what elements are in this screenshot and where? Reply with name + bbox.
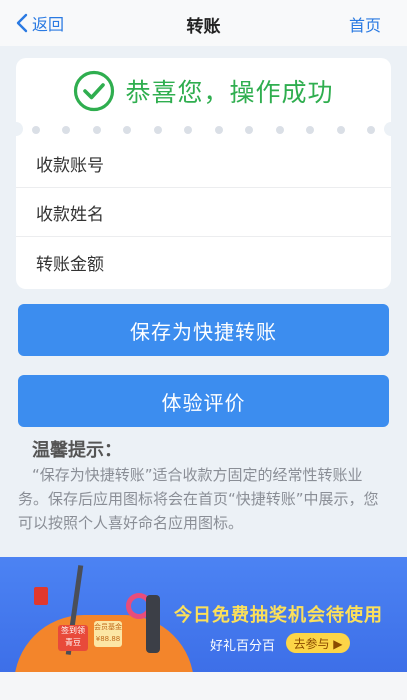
perforation-dot	[245, 126, 254, 134]
save-quick-transfer-button[interactable]: 保存为快捷转账	[18, 304, 389, 356]
perforation-dot	[306, 126, 315, 134]
result-card: 恭喜您，操作成功 收款账号 收款姓名 转账金额	[16, 58, 391, 289]
perforation-divider	[16, 122, 391, 136]
join-button[interactable]: 去参与 ▶	[286, 633, 350, 653]
perforation-dot	[336, 126, 345, 134]
bottom-strip	[0, 672, 407, 700]
success-message: 恭喜您，操作成功	[125, 78, 334, 107]
checkin-sign: 签到领青豆	[58, 625, 88, 651]
check-circle-icon	[74, 70, 115, 112]
perforation-dot	[366, 126, 375, 134]
perforation-dot	[32, 126, 40, 134]
detail-label: 转账金额	[36, 254, 104, 275]
banner-headline: 今日免费抽奖机会待使用	[174, 605, 383, 626]
perforation-dot	[275, 126, 284, 134]
checkin-sign-text: 签到领青豆	[61, 626, 85, 647]
page-title: 转账	[186, 17, 221, 37]
nav-bar: 返回 转账 首页	[0, 0, 407, 46]
fund-sign-text: 会员基金	[94, 623, 122, 631]
tips-title: 温馨提示：	[32, 440, 122, 461]
rate-experience-button[interactable]: 体验评价	[18, 375, 389, 427]
ticket-notch-left	[16, 122, 23, 136]
perforation-dot	[123, 126, 132, 134]
banner-subtitle: 好礼百分百	[210, 639, 276, 654]
perforation-dot	[153, 126, 162, 134]
perforation-dot	[214, 126, 223, 134]
speaker-icon	[146, 595, 160, 653]
perforation-dot	[92, 126, 101, 134]
detail-row-account: 收款账号	[16, 140, 391, 188]
ticket-notch-right	[384, 122, 391, 136]
perforation-dot	[184, 126, 193, 134]
detail-row-name: 收款姓名	[16, 189, 391, 237]
detail-row-amount: 转账金额	[16, 238, 391, 286]
home-link[interactable]: 首页	[349, 12, 381, 36]
detail-label: 收款账号	[36, 156, 104, 176]
red-envelope-icon	[34, 587, 48, 605]
perforation-dot	[62, 126, 71, 134]
lottery-banner[interactable]: 签到领青豆 会员基金 ¥88.88 今日免费抽奖机会待使用 好礼百分百 去参与 …	[0, 557, 407, 672]
success-banner: 恭喜您，操作成功	[16, 58, 391, 124]
detail-label: 收款姓名	[36, 205, 104, 225]
fund-sign: 会员基金 ¥88.88	[94, 621, 122, 647]
tips-body: “保存为快捷转账”适合收款方固定的经常性转账业务。保存后应用图标将会在首页“快捷…	[18, 466, 379, 532]
fund-sign-amount: ¥88.88	[95, 635, 121, 643]
